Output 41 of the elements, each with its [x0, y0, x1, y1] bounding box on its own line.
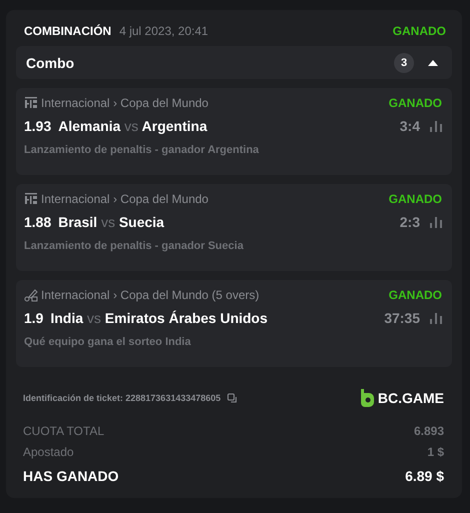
match-score: 2:3	[400, 214, 420, 230]
total-label: CUOTA TOTAL	[23, 424, 104, 438]
market-selection: Lanzamiento de penaltis - ganador Suecia	[24, 239, 244, 252]
odds: 1.93	[24, 118, 52, 134]
stats-icon[interactable]	[430, 312, 442, 324]
cricket-icon	[24, 288, 38, 302]
match-score: 3:4	[400, 118, 420, 134]
combo-header[interactable]: Combo 3	[16, 46, 452, 79]
total-value: 6.893	[414, 424, 444, 438]
stats-icon[interactable]	[430, 120, 442, 132]
league-path: Internacional › Copa del Mundo	[41, 192, 210, 206]
stats-icon[interactable]	[430, 216, 442, 228]
total-value: 1 $	[427, 445, 444, 459]
odds: 1.9	[24, 310, 44, 326]
brand-logo-icon	[360, 389, 374, 407]
tournament-logo-icon	[24, 192, 38, 206]
odds: 1.88	[24, 214, 52, 230]
league-path: Internacional › Copa del Mundo	[41, 96, 210, 110]
selection-count: 3	[394, 52, 414, 72]
bet-status: GANADO	[388, 192, 442, 206]
collapse-caret-icon[interactable]	[428, 60, 438, 66]
tournament-logo-icon	[24, 96, 38, 110]
match-teams: Brasil vs Suecia	[58, 214, 166, 230]
combo-label: Combo	[26, 54, 76, 70]
total-label: HAS GANADO	[23, 468, 119, 484]
ticket-id: Identificación de ticket: 2288173631433478605	[23, 393, 221, 403]
match-score: 37:35	[384, 310, 420, 326]
market-selection: Qué equipo gana el sorteo India	[24, 335, 192, 348]
bet-status: GANADO	[388, 288, 442, 302]
bet-status: GANADO	[392, 24, 446, 38]
league-path: Internacional › Copa del Mundo (5 overs)	[41, 288, 260, 302]
match-teams: India vs Emiratos Árabes Unidos	[50, 310, 269, 326]
total-value: 6.89 $	[405, 468, 444, 484]
copy-icon[interactable]	[226, 392, 239, 404]
total-label: Apostado	[23, 445, 74, 459]
bet-status: GANADO	[388, 96, 442, 110]
brand-name: BC.GAME	[378, 390, 444, 406]
market-selection: Lanzamiento de penaltis - ganador Argentina	[24, 143, 260, 156]
match-teams: Alemania vs Argentina	[58, 118, 208, 134]
bet-date: 4 jul 2023, 20:41	[119, 24, 210, 38]
bet-type-title: COMBINACIÓN	[24, 24, 112, 38]
